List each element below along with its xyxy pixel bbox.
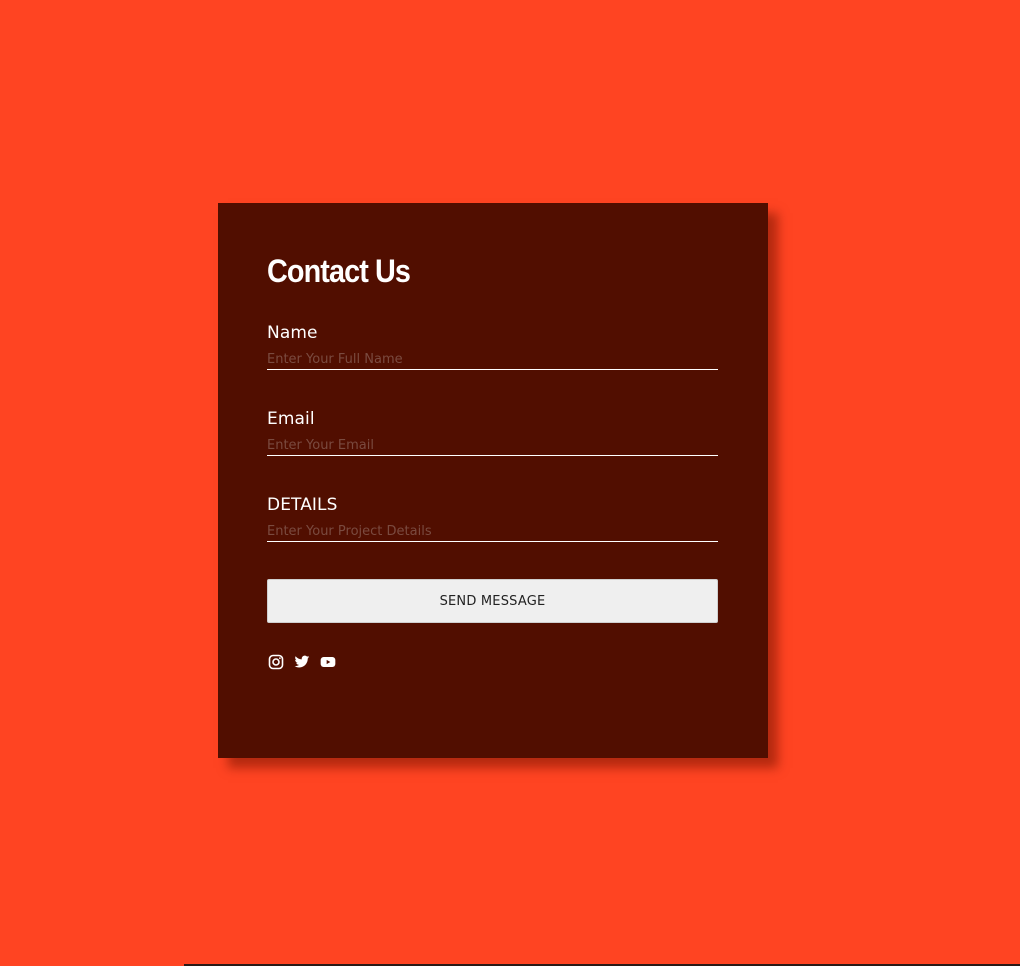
email-label: Email xyxy=(267,409,315,429)
email-field-group: Email xyxy=(267,409,718,456)
name-input[interactable] xyxy=(267,352,718,370)
twitter-icon xyxy=(294,655,310,668)
details-field-group: DETAILS xyxy=(267,495,718,542)
details-input[interactable] xyxy=(267,524,718,542)
email-input[interactable] xyxy=(267,438,718,456)
contact-card: Contact Us Name Email DETAILS SEND MESSA… xyxy=(218,203,768,758)
name-label: Name xyxy=(267,323,318,343)
youtube-icon xyxy=(320,657,336,667)
details-label: DETAILS xyxy=(267,495,338,515)
name-field-group: Name xyxy=(267,323,718,370)
youtube-link[interactable] xyxy=(320,654,336,670)
instagram-icon xyxy=(268,654,284,670)
instagram-link[interactable] xyxy=(268,654,284,670)
social-links xyxy=(268,654,336,670)
page-title: Contact Us xyxy=(267,253,411,289)
twitter-link[interactable] xyxy=(294,654,310,670)
send-message-button[interactable]: SEND MESSAGE xyxy=(267,579,718,623)
